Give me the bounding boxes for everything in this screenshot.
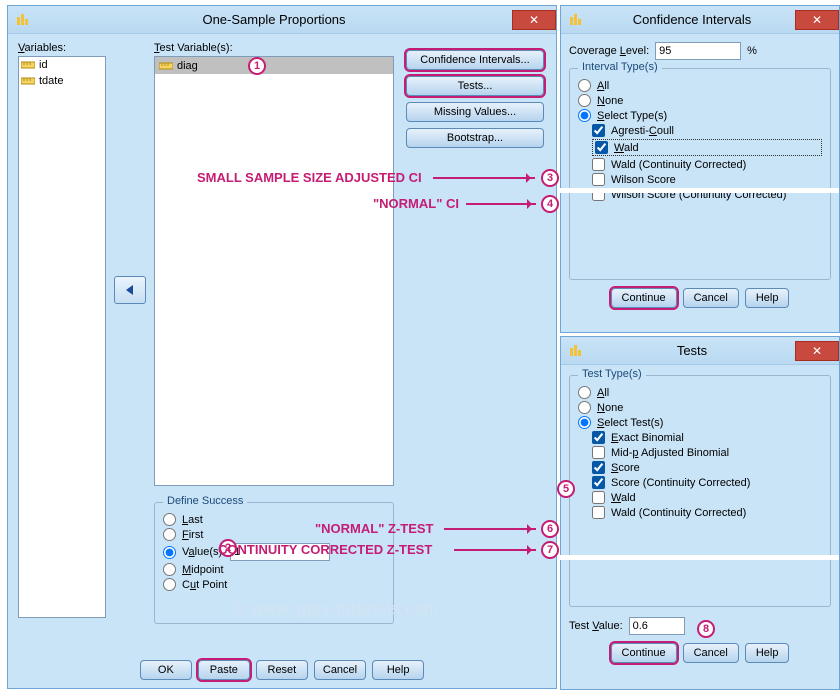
help-button[interactable]: Help	[372, 660, 424, 680]
check-midp[interactable]: Mid-p Adjusted Binomial	[592, 446, 822, 459]
tests-button[interactable]: Tests...	[406, 76, 544, 96]
test-var-name: diag	[177, 60, 198, 72]
check-exact[interactable]: Exact Binomial	[592, 431, 822, 444]
confidence-intervals-dialog: Confidence Intervals ✕ Coverage Level: %…	[560, 5, 840, 333]
cancel-button[interactable]: Cancel	[314, 660, 366, 680]
coverage-input[interactable]	[655, 42, 741, 60]
paste-button[interactable]: Paste	[198, 660, 250, 680]
dialog-title: One-Sample Proportions	[36, 12, 512, 27]
variables-list[interactable]: id tdate	[18, 56, 106, 618]
var-name: id	[39, 59, 48, 71]
confidence-intervals-button[interactable]: Confidence Intervals...	[406, 50, 544, 70]
cancel-button[interactable]: Cancel	[683, 643, 739, 663]
tests-footer: Continue Cancel Help	[569, 643, 831, 663]
list-item[interactable]: diag	[155, 57, 393, 74]
check-wald-cc[interactable]: Wald (Continuity Corrected)	[592, 506, 822, 519]
check-score-cc[interactable]: Score (Continuity Corrected)	[592, 476, 822, 489]
test-types-legend: Test Type(s)	[578, 368, 646, 380]
missing-values-button[interactable]: Missing Values...	[406, 102, 544, 122]
radio-select[interactable]: Select Type(s)	[578, 109, 822, 122]
radio-none[interactable]: None	[578, 401, 822, 414]
check-wilson[interactable]: Wilson Score	[592, 173, 822, 186]
coverage-row: Coverage Level: %	[569, 42, 831, 60]
arrow	[444, 528, 536, 530]
list-item[interactable]: tdate	[19, 73, 105, 89]
arrow	[466, 203, 536, 205]
reset-button[interactable]: Reset	[256, 660, 308, 680]
check-wald[interactable]: Wald	[592, 491, 822, 504]
help-button[interactable]: Help	[745, 643, 790, 663]
var-name: tdate	[39, 75, 63, 87]
close-button[interactable]: ✕	[795, 341, 839, 361]
arrow	[433, 177, 535, 179]
side-buttons: Confidence Intervals... Tests... Missing…	[406, 50, 544, 154]
test-value-label: Test Value:	[569, 620, 623, 632]
titlebar: One-Sample Proportions ✕	[8, 6, 556, 34]
ruler-icon	[21, 58, 35, 72]
arrow	[454, 549, 536, 551]
radio-all[interactable]: All	[578, 386, 822, 399]
test-value-input[interactable]	[629, 617, 685, 635]
continue-button[interactable]: Continue	[611, 288, 677, 308]
app-icon	[14, 11, 32, 29]
dialog-title: Tests	[589, 343, 795, 358]
define-success-legend: Define Success	[163, 495, 247, 507]
app-icon	[567, 11, 585, 29]
interval-types-legend: Interval Type(s)	[578, 61, 662, 73]
radio-cutpoint[interactable]: Cut Point	[163, 578, 385, 591]
one-sample-proportions-dialog: One-Sample Proportions ✕ Variables: id t…	[7, 5, 557, 689]
percent-label: %	[747, 45, 757, 57]
close-button[interactable]: ✕	[795, 10, 839, 30]
radio-last[interactable]: Last	[163, 513, 385, 526]
radio-all[interactable]: All	[578, 79, 822, 92]
close-button[interactable]: ✕	[512, 10, 556, 30]
continue-button[interactable]: Continue	[611, 643, 677, 663]
help-button[interactable]: Help	[745, 288, 790, 308]
check-wald-cc[interactable]: Wald (Continuity Corrected)	[592, 158, 822, 171]
list-item[interactable]: id	[19, 57, 105, 73]
radio-midpoint[interactable]: Midpoint	[163, 563, 385, 576]
separator	[558, 555, 839, 560]
app-icon	[567, 342, 585, 360]
dialog-title: Confidence Intervals	[589, 12, 795, 27]
radio-select[interactable]: Select Test(s)	[578, 416, 822, 429]
radio-first[interactable]: First	[163, 528, 385, 541]
radio-none[interactable]: None	[578, 94, 822, 107]
test-variables-label: Test Variable(s):	[154, 42, 233, 54]
move-left-button[interactable]	[114, 276, 146, 304]
test-types-group: Test Type(s) All None Select Test(s) Exa…	[569, 375, 831, 607]
coverage-label: Coverage Level:	[569, 45, 649, 57]
ruler-icon	[159, 59, 173, 73]
ci-footer: Continue Cancel Help	[569, 288, 831, 308]
interval-types-group: Interval Type(s) All None Select Type(s)…	[569, 68, 831, 280]
check-score[interactable]: Score	[592, 461, 822, 474]
ruler-icon	[21, 74, 35, 88]
footer-buttons: OK Paste Reset Cancel Help	[8, 660, 556, 680]
check-agresti[interactable]: Agresti-Coull	[592, 124, 822, 137]
values-input[interactable]	[230, 543, 330, 561]
test-value-row: Test Value:	[569, 617, 831, 635]
check-wald[interactable]: Wald	[592, 139, 822, 156]
bootstrap-button[interactable]: Bootstrap...	[406, 128, 544, 148]
watermark: © www.spss-tutorials.com	[232, 599, 439, 619]
variables-label: Variables:	[18, 42, 66, 54]
titlebar: Tests ✕	[561, 337, 839, 365]
test-variables-list[interactable]: diag	[154, 56, 394, 486]
radio-values[interactable]: Value(s)	[163, 543, 385, 561]
ok-button[interactable]: OK	[140, 660, 192, 680]
titlebar: Confidence Intervals ✕	[561, 6, 839, 34]
separator	[558, 188, 839, 193]
tests-dialog: Tests ✕ Test Type(s) All None Select Tes…	[560, 336, 840, 690]
cancel-button[interactable]: Cancel	[683, 288, 739, 308]
